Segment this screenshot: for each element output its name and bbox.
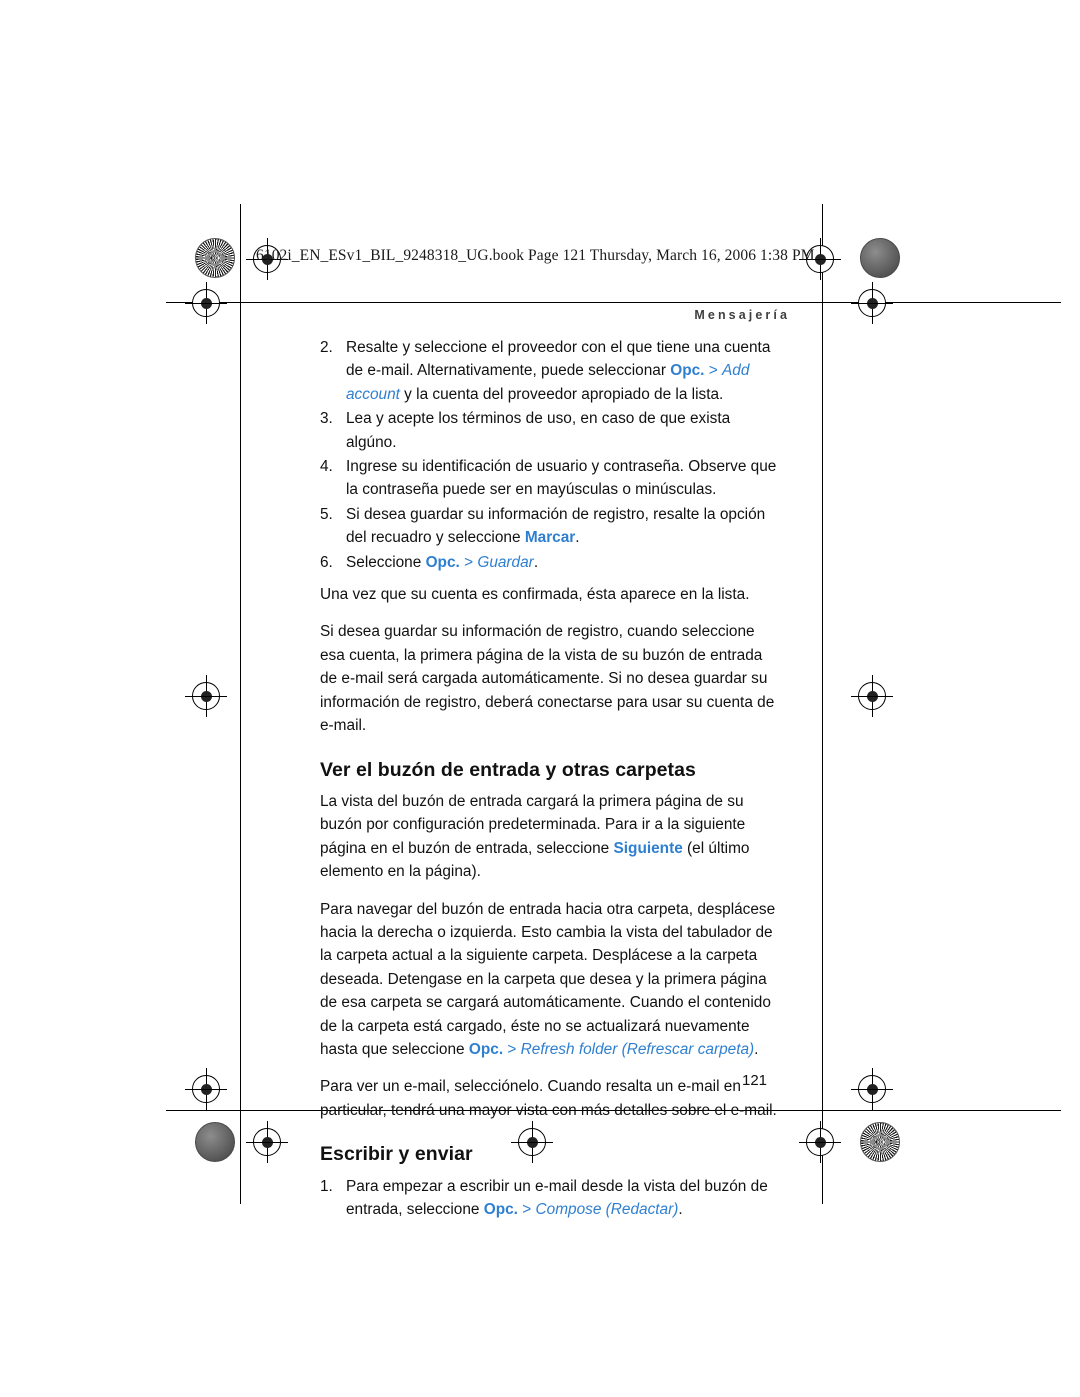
registration-crosshair-mid-right <box>851 282 893 324</box>
paragraph-inbox-1: La vista del buzón de entrada cargará la… <box>320 790 782 884</box>
step-number: 6. <box>320 553 333 571</box>
numbered-list-top: 2. Resalte y seleccione el proveedor con … <box>320 336 782 574</box>
numbered-step: 3. Lea y acepte los términos de uso, en c… <box>320 407 782 454</box>
file-header-line: 6102i_EN_ESv1_BIL_9248318_UG.book Page 1… <box>256 247 815 264</box>
registration-crosshair-bottom-inner-left <box>246 1121 288 1163</box>
registration-crosshair-center-right <box>851 675 893 717</box>
paragraph-save-login: Si desea guardar su información de regis… <box>320 623 775 735</box>
step-text: Para empezar a escribir un e-mail desde … <box>346 1178 768 1218</box>
trim-line-vertical-right <box>822 204 823 1204</box>
registration-graydot-bottomleft <box>195 1122 235 1162</box>
inline-text: Seleccione <box>346 553 426 571</box>
trim-line-horizontal-top <box>166 302 1061 303</box>
step-number: 3. <box>320 410 333 428</box>
inline-ui-label: Siguiente <box>613 839 683 857</box>
registration-crosshair-low-left <box>185 1068 227 1110</box>
step-number: 4. <box>320 458 333 476</box>
numbered-step: 6. Seleccione Opc. > Guardar. <box>320 551 782 574</box>
paragraph-inbox-3: Para ver un e-mail, selecciónelo. Cuando… <box>320 1078 777 1119</box>
step-number: 5. <box>320 505 333 523</box>
inline-text: . <box>575 529 580 547</box>
inline-ui-label: Opc. <box>425 553 460 571</box>
step-text: Ingrese su identificación de usuario y c… <box>346 458 776 498</box>
inline-ui-command: Refresh folder (Refrescar carpeta) <box>520 1040 755 1058</box>
inline-text: Lea y acepte los términos de uso, en cas… <box>346 410 731 451</box>
inline-text: . <box>754 1040 759 1058</box>
paragraph-inbox-2: Para navegar del buzón de entrada hacia … <box>320 898 782 1062</box>
paragraph-account-confirmed: Una vez que su cuenta es confirmada, ést… <box>320 586 750 604</box>
step-text: Si desea guardar su información de regis… <box>346 506 765 546</box>
numbered-step: 5. Si desea guardar su información de reg… <box>320 503 782 550</box>
inline-text: Ingrese su identificación de usuario y c… <box>346 458 777 499</box>
numbered-step: 4. Ingrese su identificación de usuario y… <box>320 455 782 502</box>
inline-ui-command: Guardar <box>477 553 534 571</box>
step-number: 1. <box>320 1177 333 1195</box>
inline-text: . <box>678 1201 683 1218</box>
inline-ui-label: Marcar <box>524 529 576 547</box>
running-head: Mensajería <box>694 308 790 322</box>
manual-page: 6102i_EN_ESv1_BIL_9248318_UG.book Page 1… <box>0 0 1080 1397</box>
inline-text: Para navegar del buzón de entrada hacia … <box>320 900 776 1058</box>
inline-separator: > <box>704 362 723 380</box>
page-number: 121 <box>742 1072 768 1089</box>
inline-ui-label: Opc. <box>670 362 705 380</box>
inline-separator: > <box>517 1201 536 1218</box>
inline-separator: > <box>459 553 478 571</box>
inline-ui-label: Opc. <box>483 1201 518 1218</box>
heading-compose-send: Escribir y enviar <box>320 1143 473 1166</box>
registration-graydot-topright <box>860 238 900 278</box>
registration-starburst-topleft <box>195 238 235 278</box>
step-text: Seleccione Opc. > Guardar. <box>346 554 538 571</box>
registration-crosshair-mid-left <box>185 282 227 324</box>
inline-ui-label: Opc. <box>468 1040 504 1058</box>
inline-text: . <box>533 553 539 571</box>
page-content: 2. Resalte y seleccione el proveedor con … <box>320 336 782 1222</box>
heading-view-inbox: Ver el buzón de entrada y otras carpetas <box>320 758 696 781</box>
registration-crosshair-center-left <box>185 675 227 717</box>
registration-crosshair-low-right <box>851 1068 893 1110</box>
numbered-step: 2. Resalte y seleccione el proveedor con … <box>320 336 782 406</box>
step-number: 2. <box>320 339 333 356</box>
numbered-list-bottom: 1. Para empezar a escribir un e-mail desd… <box>320 1175 782 1222</box>
registration-crosshair-bottom-inner-right <box>799 1121 841 1163</box>
registration-starburst-bottomright <box>860 1122 900 1162</box>
trim-line-vertical-left <box>240 204 241 1204</box>
step-text: Lea y acepte los términos de uso, en cas… <box>346 410 730 450</box>
inline-separator: > <box>503 1040 521 1058</box>
numbered-step: 1. Para empezar a escribir un e-mail desd… <box>320 1175 782 1222</box>
inline-ui-command: Compose (Redactar) <box>535 1201 679 1218</box>
step-text: Resalte y seleccione el proveedor con el… <box>346 339 770 403</box>
inline-text: y la cuenta del proveedor apropiado de l… <box>399 385 724 403</box>
